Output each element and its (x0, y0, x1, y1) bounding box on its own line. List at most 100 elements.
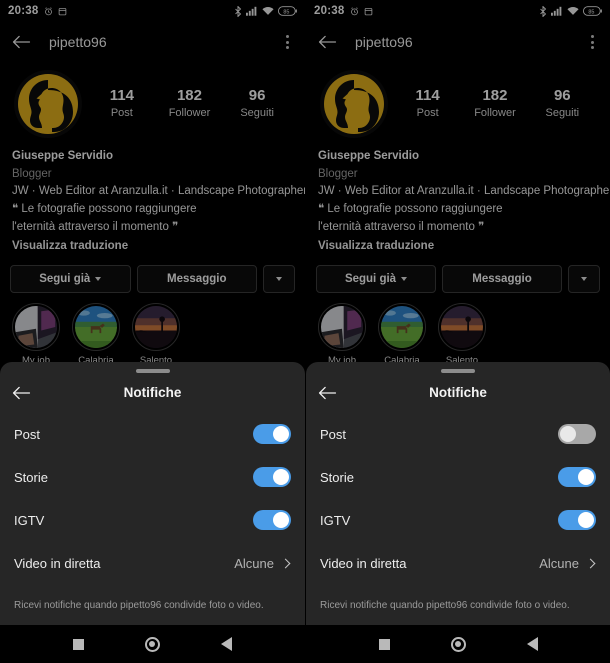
notification-row-igtv[interactable]: IGTV (320, 499, 596, 542)
follow-button[interactable]: Segui già (10, 264, 131, 293)
toggle-knob (578, 512, 594, 528)
notification-row-post[interactable]: Post (320, 413, 596, 456)
highlight-calabria[interactable]: Calabria (72, 302, 120, 366)
profile-category: Blogger (12, 167, 52, 180)
stat-label: Seguiti (240, 107, 274, 120)
stat-following[interactable]: 96 Seguiti (534, 87, 590, 120)
row-label: Video in diretta (320, 555, 407, 571)
toggle-knob (273, 469, 289, 485)
circle-home-icon[interactable] (450, 636, 466, 652)
bio-line: l'eternità attraverso il momento ❞ (318, 220, 485, 233)
profile-action-buttons: Segui già Messaggio (0, 255, 305, 293)
stat-value: 96 (248, 87, 266, 105)
follow-button[interactable]: Segui già (316, 264, 436, 293)
back-arrow-icon[interactable] (12, 34, 31, 50)
view-translation-link[interactable]: Visualizza traduzione (318, 237, 598, 255)
chevron-right-icon (585, 558, 596, 568)
row-label: Storie (14, 469, 48, 485)
notification-row-live-video[interactable]: Video in diretta Alcune (320, 542, 596, 585)
message-button[interactable]: Messaggio (136, 264, 257, 293)
message-button-label: Messaggio (167, 272, 227, 285)
story-highlights: My job Calabria Salento (306, 293, 610, 366)
phone-screen-left: 20:38 85 pipetto96 114 Post 182 Follower… (0, 0, 305, 663)
bio-line: JW · Web Editor at Aranzulla.it · Landsc… (12, 185, 305, 198)
signal-icon (246, 6, 258, 16)
sheet-footer: Ricevi notifiche quando pipetto96 condiv… (0, 593, 305, 625)
toggle-igtv[interactable] (253, 510, 291, 530)
more-options-button[interactable] (263, 264, 295, 293)
kebab-menu-icon[interactable] (587, 31, 598, 53)
svg-text:85: 85 (588, 9, 594, 15)
stat-following[interactable]: 96 Seguiti (229, 87, 285, 120)
stat-label: Follower (168, 107, 211, 120)
toggle-knob (273, 512, 289, 528)
alarm-icon (44, 6, 53, 16)
row-value: Alcune (234, 555, 274, 571)
chevron-down-icon (581, 276, 587, 281)
profile-header: 114 Post 182 Follower 96 Seguiti (0, 62, 305, 142)
highlight-salento[interactable]: Salento (132, 302, 180, 366)
toggle-post[interactable] (558, 424, 596, 444)
notification-row-storie[interactable]: Storie (320, 456, 596, 499)
view-translation-link[interactable]: Visualizza traduzione (12, 237, 293, 255)
kebab-menu-icon[interactable] (282, 31, 293, 53)
highlight-ring (378, 302, 426, 351)
circle-home-icon[interactable] (144, 636, 160, 652)
highlight-my-job[interactable]: My job (318, 302, 366, 366)
horse-field-photo (75, 305, 117, 348)
stat-followers[interactable]: 182 Follower (467, 87, 523, 120)
row-value: Alcune (539, 555, 579, 571)
square-recents-icon[interactable] (72, 638, 84, 650)
follow-button-label: Segui già (344, 272, 397, 285)
triangle-back-icon[interactable] (221, 637, 233, 651)
stat-posts[interactable]: 114 Post (94, 87, 150, 120)
status-bar-clock: 20:38 (314, 5, 345, 17)
sunset-silhouette-photo (441, 305, 483, 348)
message-button[interactable]: Messaggio (442, 264, 562, 293)
sheet-app-bar: Notifiche (0, 373, 305, 413)
profile-action-buttons: Segui già Messaggio (306, 255, 610, 293)
triangle-back-icon[interactable] (526, 637, 538, 651)
calendar-icon (58, 7, 67, 16)
profile-avatar[interactable] (320, 70, 388, 138)
page-title: pipetto96 (355, 34, 413, 50)
page-title: pipetto96 (49, 34, 107, 50)
profile-header: 114 Post 182 Follower 96 Seguiti (306, 62, 610, 142)
toggle-igtv[interactable] (558, 510, 596, 530)
toggle-storie[interactable] (253, 467, 291, 487)
sunset-silhouette-photo (135, 305, 177, 348)
chevron-down-icon (95, 276, 102, 281)
highlight-calabria[interactable]: Calabria (378, 302, 426, 366)
profile-full-name: Giuseppe Servidio (12, 150, 113, 162)
toggle-post[interactable] (253, 424, 291, 444)
android-nav-bar (0, 625, 305, 663)
notification-settings-list: Post Storie IGTV Video in diretta Alcune (306, 413, 610, 594)
profile-avatar[interactable] (14, 70, 82, 138)
more-options-button[interactable] (568, 264, 600, 293)
battery-icon: 85 (278, 6, 297, 16)
row-label: IGTV (14, 512, 45, 528)
stat-value: 114 (109, 87, 134, 105)
highlight-ring (132, 302, 180, 351)
row-label: IGTV (320, 512, 351, 528)
notification-settings-list: Post Storie IGTV Video in diretta Alcune (0, 413, 305, 594)
stat-posts[interactable]: 114 Post (400, 87, 456, 120)
notification-row-live-video[interactable]: Video in diretta Alcune (14, 542, 291, 585)
stat-label: Post (416, 107, 439, 120)
toggle-storie[interactable] (558, 467, 596, 487)
phone-screen-right: 20:38 85 pipetto96 114 Post 182 Follower… (305, 0, 610, 663)
message-button-label: Messaggio (472, 272, 532, 285)
profile-category: Blogger (318, 167, 358, 180)
row-label: Storie (320, 469, 354, 485)
highlight-ring (12, 302, 60, 351)
row-label: Video in diretta (14, 555, 101, 571)
highlight-my-job[interactable]: My job (12, 302, 60, 366)
back-arrow-icon[interactable] (318, 34, 337, 50)
stat-followers[interactable]: 182 Follower (161, 87, 217, 120)
notification-row-storie[interactable]: Storie (14, 456, 291, 499)
notification-row-post[interactable]: Post (14, 413, 291, 456)
square-recents-icon[interactable] (378, 638, 390, 650)
notification-row-igtv[interactable]: IGTV (14, 499, 291, 542)
highlight-salento[interactable]: Salento (438, 302, 486, 366)
desk-laptop-photo (15, 305, 57, 348)
